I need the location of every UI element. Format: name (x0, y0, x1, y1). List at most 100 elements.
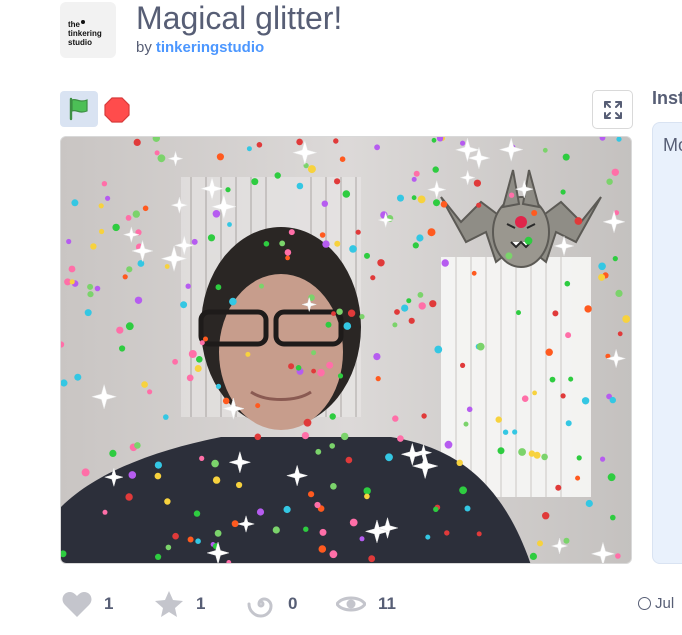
glitter-dot (609, 396, 616, 404)
glitter-dot (552, 310, 559, 317)
glitter-dot (66, 238, 72, 245)
author-link[interactable]: tinkeringstudio (156, 39, 264, 56)
glitter-dot (272, 526, 280, 534)
glitter-dot (337, 373, 344, 379)
glitter-dot (429, 300, 437, 308)
glitter-dot (74, 373, 82, 381)
glitter-dot (186, 374, 194, 382)
glitter-dot (555, 484, 562, 491)
glitter-dot (560, 393, 566, 399)
green-flag-button[interactable] (60, 91, 98, 127)
glitter-dot (542, 512, 550, 520)
glitter-dot (359, 536, 365, 542)
glitter-dot (137, 260, 145, 267)
glitter-dot (199, 340, 205, 346)
glitter-dot (518, 448, 526, 456)
glitter-dot (568, 376, 574, 382)
love-stat[interactable]: 1 (62, 588, 113, 620)
glitter-dot (81, 468, 90, 477)
glitter-dot (533, 451, 541, 459)
glitter-dot (364, 252, 370, 259)
glitter-dot (69, 279, 75, 285)
glitter-dot (563, 537, 570, 544)
glitter-dot (216, 153, 224, 161)
glitter-dot (331, 311, 336, 316)
glitter-dot (101, 181, 108, 187)
glitter-dot (227, 222, 232, 227)
glitter-dot (549, 376, 556, 383)
studio-logo[interactable]: the tinkering studio (60, 2, 116, 58)
instructions-text: Mo (663, 135, 682, 155)
glitter-dot (109, 449, 117, 457)
star-icon (155, 591, 183, 617)
glitter-dot (307, 165, 316, 174)
glitter-dot (406, 298, 412, 304)
glitter-dot (466, 406, 473, 413)
project-date: Jul (638, 595, 674, 612)
glitter-dot (119, 345, 126, 352)
glitter-dot (349, 245, 357, 253)
glitter-dot (611, 168, 619, 176)
project-stage[interactable] (60, 136, 632, 564)
glitter-dot (574, 217, 583, 225)
glitter-dot (440, 201, 448, 208)
glitter-dot (516, 310, 521, 316)
favorite-stat[interactable]: 1 (154, 588, 205, 620)
glitter-dot (279, 240, 286, 247)
stop-button[interactable] (103, 96, 131, 124)
glitter-dot (417, 195, 426, 204)
glitter-dot (444, 530, 450, 536)
glitter-dot (476, 342, 485, 351)
glitter-dot (392, 322, 398, 328)
glitter-dot (94, 285, 101, 292)
glitter-dot (134, 296, 143, 304)
glitter-dot (531, 210, 538, 216)
glitter-dot (476, 531, 482, 537)
glitter-dot (416, 234, 424, 242)
glitter-dot (359, 314, 365, 320)
glitter-dot (311, 350, 317, 356)
glitter-dot (397, 435, 404, 442)
glitter-dot (349, 518, 358, 527)
glitter-dot (364, 493, 370, 500)
fullscreen-icon (603, 100, 622, 119)
glitter-dot (116, 326, 124, 334)
glitter-dot (71, 199, 79, 207)
glitter-dot (385, 453, 393, 462)
glitter-dot (394, 309, 400, 315)
glitter-dot (122, 274, 128, 280)
glitter-dot (274, 172, 281, 179)
glitter-dot (612, 256, 618, 262)
glitter-dot (524, 236, 533, 245)
glitter-dot (412, 242, 419, 249)
glitter-dot (329, 413, 336, 420)
glitter-dot (231, 520, 239, 528)
project-title: Magical glitter! (136, 0, 343, 36)
glitter-dot (565, 332, 572, 339)
glitter-dot (334, 178, 341, 185)
glitter-dot (425, 534, 431, 540)
glitter-dot (432, 166, 439, 173)
glitter-dot (336, 308, 343, 315)
glitter-dot (314, 501, 321, 509)
glitter-dot (370, 275, 376, 281)
glitter-dot (606, 178, 613, 185)
glitter-dot (303, 163, 309, 169)
glitter-dot (622, 315, 631, 323)
instructions-box: Mo (652, 122, 682, 564)
fullscreen-button[interactable] (592, 90, 633, 129)
glitter-dot (308, 491, 315, 498)
glitter-dot (329, 550, 338, 559)
glitter-dot (172, 532, 179, 540)
glitter-dot (456, 459, 463, 466)
glitter-dot (564, 280, 571, 287)
glitter-dot (285, 255, 290, 261)
glitter-dot (341, 432, 349, 441)
glitter-dot (128, 471, 137, 479)
glitter-dot (99, 228, 105, 235)
glitter-dot (105, 195, 111, 201)
glitter-dot (418, 302, 426, 310)
glitter-dot (529, 552, 537, 560)
stop-sign-icon (104, 97, 130, 123)
glitter-dot (377, 259, 385, 267)
